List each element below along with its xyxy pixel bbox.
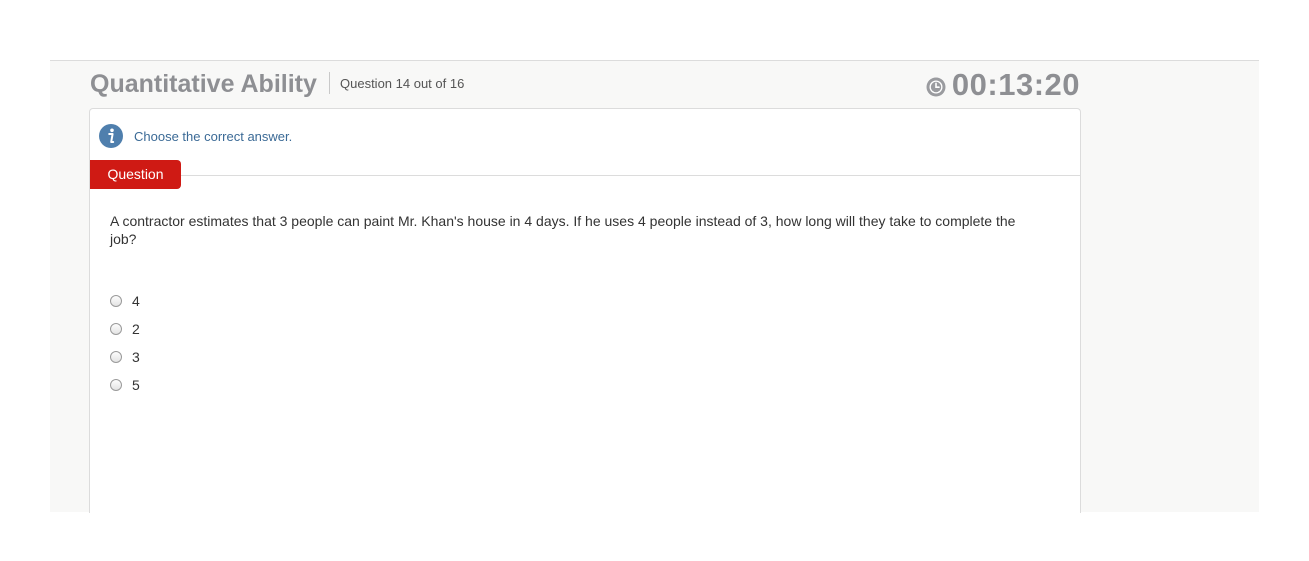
radio-button[interactable] [110, 351, 122, 363]
clock-icon [926, 77, 946, 97]
section-title: Quantitative Ability [90, 70, 317, 98]
radio-button[interactable] [110, 379, 122, 391]
test-header: Quantitative Ability Question 14 out of … [90, 69, 1080, 101]
question-text: A contractor estimates that 3 people can… [110, 213, 1016, 247]
option-label: 4 [132, 293, 140, 309]
question-panel: Choose the correct answer. Question A co… [89, 108, 1081, 513]
question-tab: Question [90, 160, 181, 189]
answer-option[interactable]: 4 [110, 287, 140, 315]
answer-option[interactable]: 3 [110, 343, 140, 371]
header-divider [329, 72, 330, 94]
answer-option[interactable]: 5 [110, 371, 140, 399]
question-counter: Question 14 out of 16 [340, 76, 465, 91]
answer-options: 4 2 3 5 [110, 287, 140, 399]
test-area: Quantitative Ability Question 14 out of … [50, 60, 1259, 513]
instruction: Choose the correct answer. [99, 124, 292, 148]
timer: 00:13:20 [926, 69, 1080, 101]
radio-button[interactable] [110, 323, 122, 335]
option-label: 3 [132, 349, 140, 365]
info-icon [99, 124, 123, 148]
radio-button[interactable] [110, 295, 122, 307]
instruction-text: Choose the correct answer. [134, 128, 293, 144]
answer-option[interactable]: 2 [110, 315, 140, 343]
option-label: 2 [132, 321, 140, 337]
option-label: 5 [132, 377, 140, 393]
panel-divider [90, 175, 1080, 176]
timer-value: 00:13:20 [951, 67, 1080, 102]
